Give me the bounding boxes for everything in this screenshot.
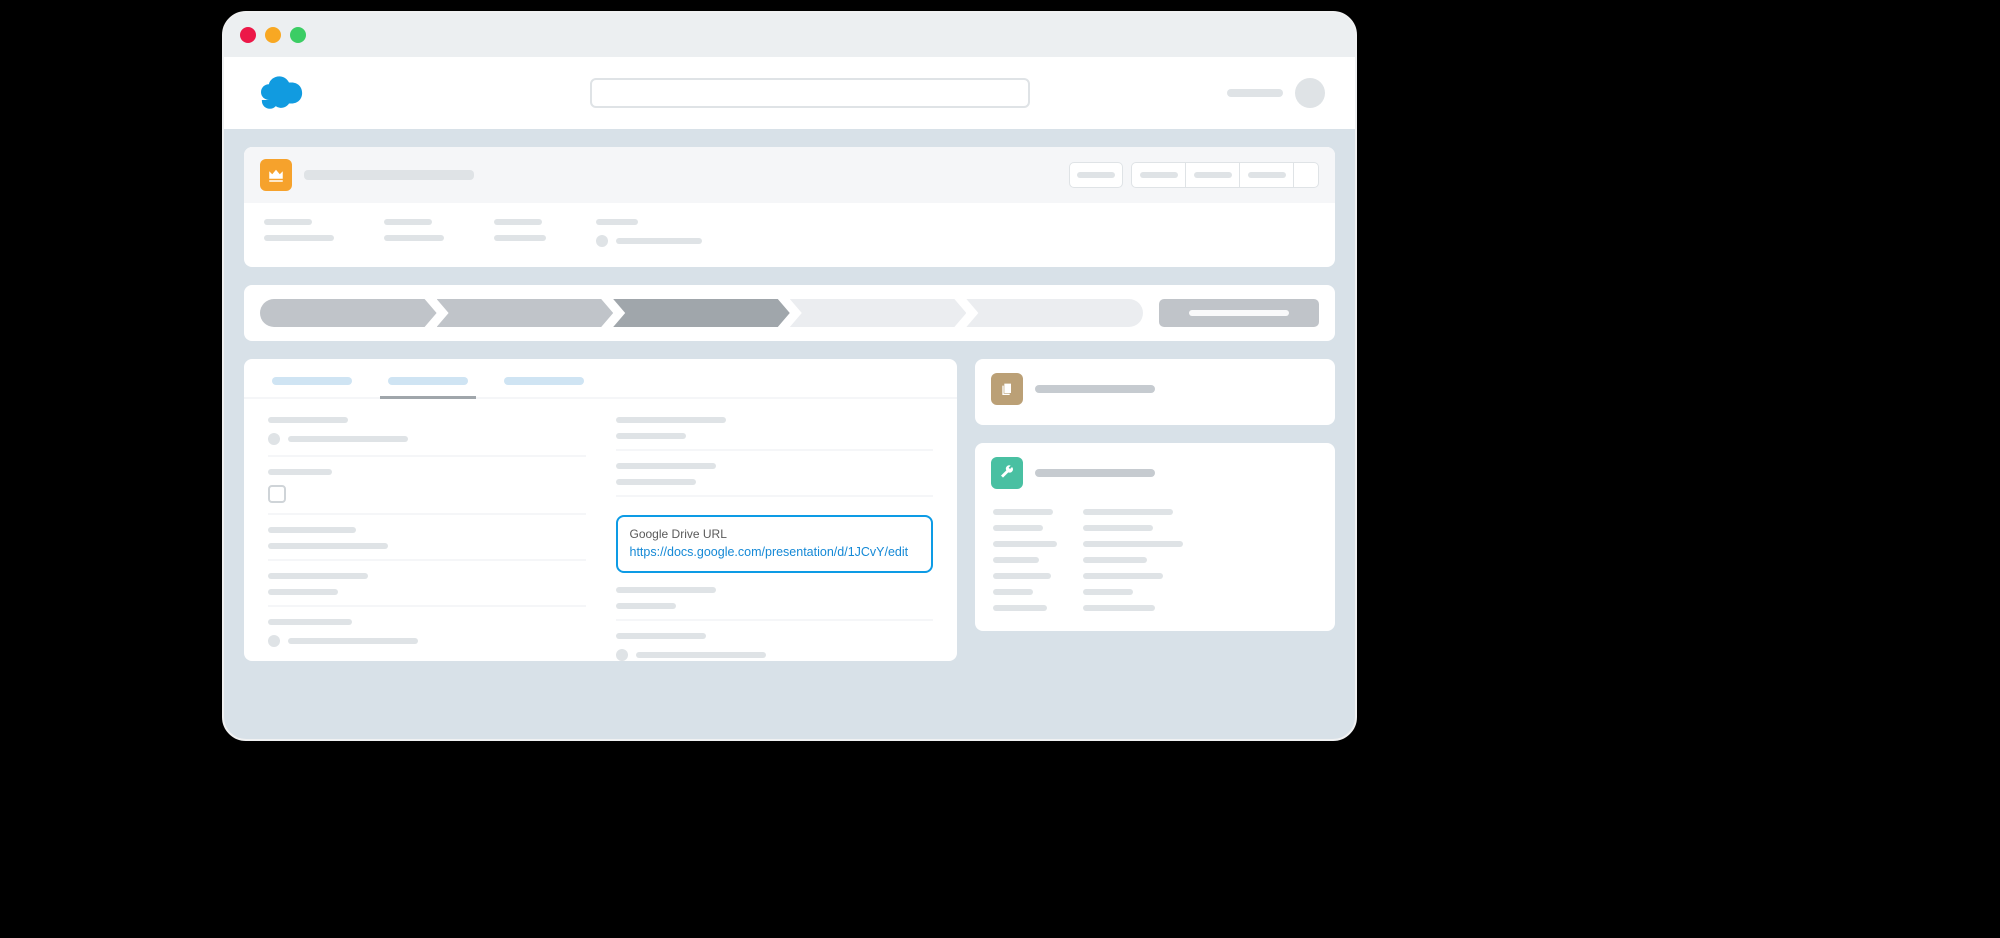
related-card-2-title <box>1035 469 1155 477</box>
salesforce-cloud-logo <box>254 73 310 113</box>
wrench-icon <box>991 457 1023 489</box>
user-avatar[interactable] <box>1295 78 1325 108</box>
window-close-button[interactable] <box>240 27 256 43</box>
header-action-button-3[interactable] <box>1185 162 1239 188</box>
highlight-field-1 <box>264 219 334 241</box>
google-drive-url-field[interactable]: Google Drive URL https://docs.google.com… <box>616 515 934 573</box>
related-card-1-title <box>1035 385 1155 393</box>
window-maximize-button[interactable] <box>290 27 306 43</box>
copy-icon <box>991 373 1023 405</box>
record-title <box>304 170 474 180</box>
highlight-field-3 <box>494 219 546 241</box>
header-action-button-2[interactable] <box>1131 162 1185 188</box>
window-titlebar <box>224 13 1355 57</box>
global-search-input[interactable] <box>590 78 1030 108</box>
detail-left-column <box>268 417 586 661</box>
header-action-group <box>1131 162 1319 188</box>
related-card-2-col-2 <box>1083 509 1183 611</box>
window-minimize-button[interactable] <box>265 27 281 43</box>
record-header-card <box>244 147 1335 267</box>
sales-path <box>260 299 1143 327</box>
detail-card: Google Drive URL https://docs.google.com… <box>244 359 957 661</box>
record-type-crown-icon <box>260 159 292 191</box>
global-header <box>224 57 1355 129</box>
path-step-3[interactable] <box>613 299 790 327</box>
header-action-button-1[interactable] <box>1069 162 1123 188</box>
detail-tab-3[interactable] <box>504 377 584 385</box>
detail-tab-2[interactable] <box>388 377 468 385</box>
header-action-overflow[interactable] <box>1293 162 1319 188</box>
highlight-field-4 <box>596 219 702 247</box>
path-step-4[interactable] <box>790 299 967 327</box>
highlight-field-2 <box>384 219 444 241</box>
detail-checkbox[interactable] <box>268 485 286 503</box>
detail-tabs <box>244 359 957 399</box>
related-card-1 <box>975 359 1335 425</box>
header-link[interactable] <box>1227 89 1283 97</box>
app-window: Google Drive URL https://docs.google.com… <box>222 11 1357 741</box>
detail-tab-1[interactable] <box>272 377 352 385</box>
header-action-button-4[interactable] <box>1239 162 1293 188</box>
related-card-2-col-1 <box>993 509 1057 611</box>
path-step-5[interactable] <box>966 299 1143 327</box>
google-drive-url-label: Google Drive URL <box>630 527 920 541</box>
page-content: Google Drive URL https://docs.google.com… <box>224 129 1355 739</box>
path-step-2[interactable] <box>437 299 614 327</box>
path-complete-button[interactable] <box>1159 299 1319 327</box>
path-card <box>244 285 1335 341</box>
google-drive-url-link[interactable]: https://docs.google.com/presentation/d/1… <box>630 545 920 559</box>
path-step-1[interactable] <box>260 299 437 327</box>
related-card-2 <box>975 443 1335 631</box>
detail-right-column: Google Drive URL https://docs.google.com… <box>616 417 934 661</box>
